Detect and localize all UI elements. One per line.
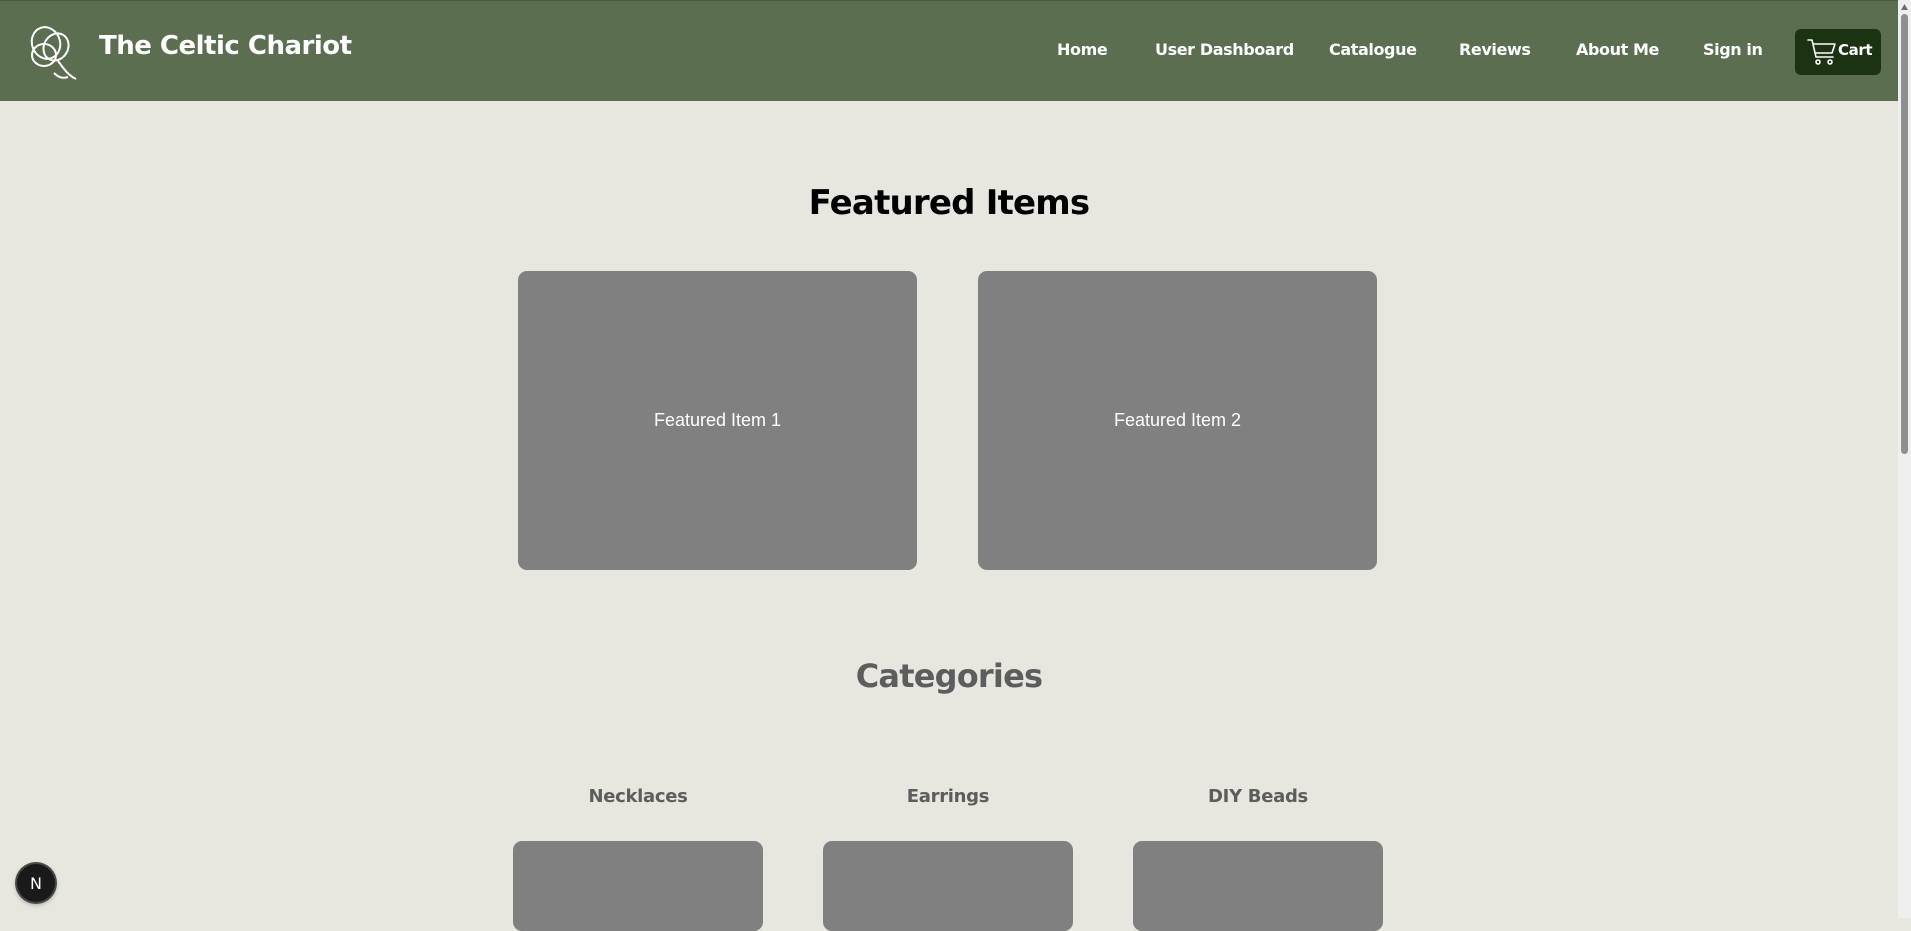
featured-items-heading: Featured Items	[808, 183, 1091, 223]
featured-item-card[interactable]: Featured Item 2	[978, 271, 1377, 570]
category-label-diy-beads: DIY Beads	[1208, 786, 1308, 807]
nav-sign-in[interactable]: Sign in	[1703, 40, 1763, 59]
site-header: The Celtic Chariot Home User Dashboard C…	[0, 0, 1898, 101]
featured-item-card[interactable]: Featured Item 1	[518, 271, 917, 570]
nav-catalogue[interactable]: Catalogue	[1329, 40, 1417, 59]
category-label-necklaces: Necklaces	[588, 786, 688, 807]
scrollbar-thumb[interactable]	[1901, 14, 1908, 454]
featured-item-label: Featured Item 1	[653, 410, 782, 430]
categories-heading: Categories	[855, 657, 1043, 695]
featured-item-label: Featured Item 2	[1113, 410, 1242, 430]
nav-reviews[interactable]: Reviews	[1459, 40, 1531, 59]
vertical-scrollbar[interactable]	[1898, 0, 1911, 918]
nav-about-me[interactable]: About Me	[1576, 40, 1659, 59]
dev-tools-badge[interactable]: N	[17, 864, 55, 902]
scroll-up-arrow-icon[interactable]	[1901, 4, 1908, 10]
nav-home[interactable]: Home	[1057, 40, 1108, 59]
nav-user-dashboard[interactable]: User Dashboard	[1155, 40, 1294, 59]
celtic-knot-icon[interactable]	[24, 21, 80, 83]
cart-label: Cart	[1838, 41, 1873, 59]
cart-button[interactable]: Cart	[1795, 29, 1881, 75]
dev-tools-badge-label: N	[30, 873, 42, 893]
site-brand[interactable]: The Celtic Chariot	[99, 31, 352, 61]
category-label-earrings: Earrings	[906, 786, 990, 807]
shopping-cart-icon	[1807, 39, 1836, 65]
